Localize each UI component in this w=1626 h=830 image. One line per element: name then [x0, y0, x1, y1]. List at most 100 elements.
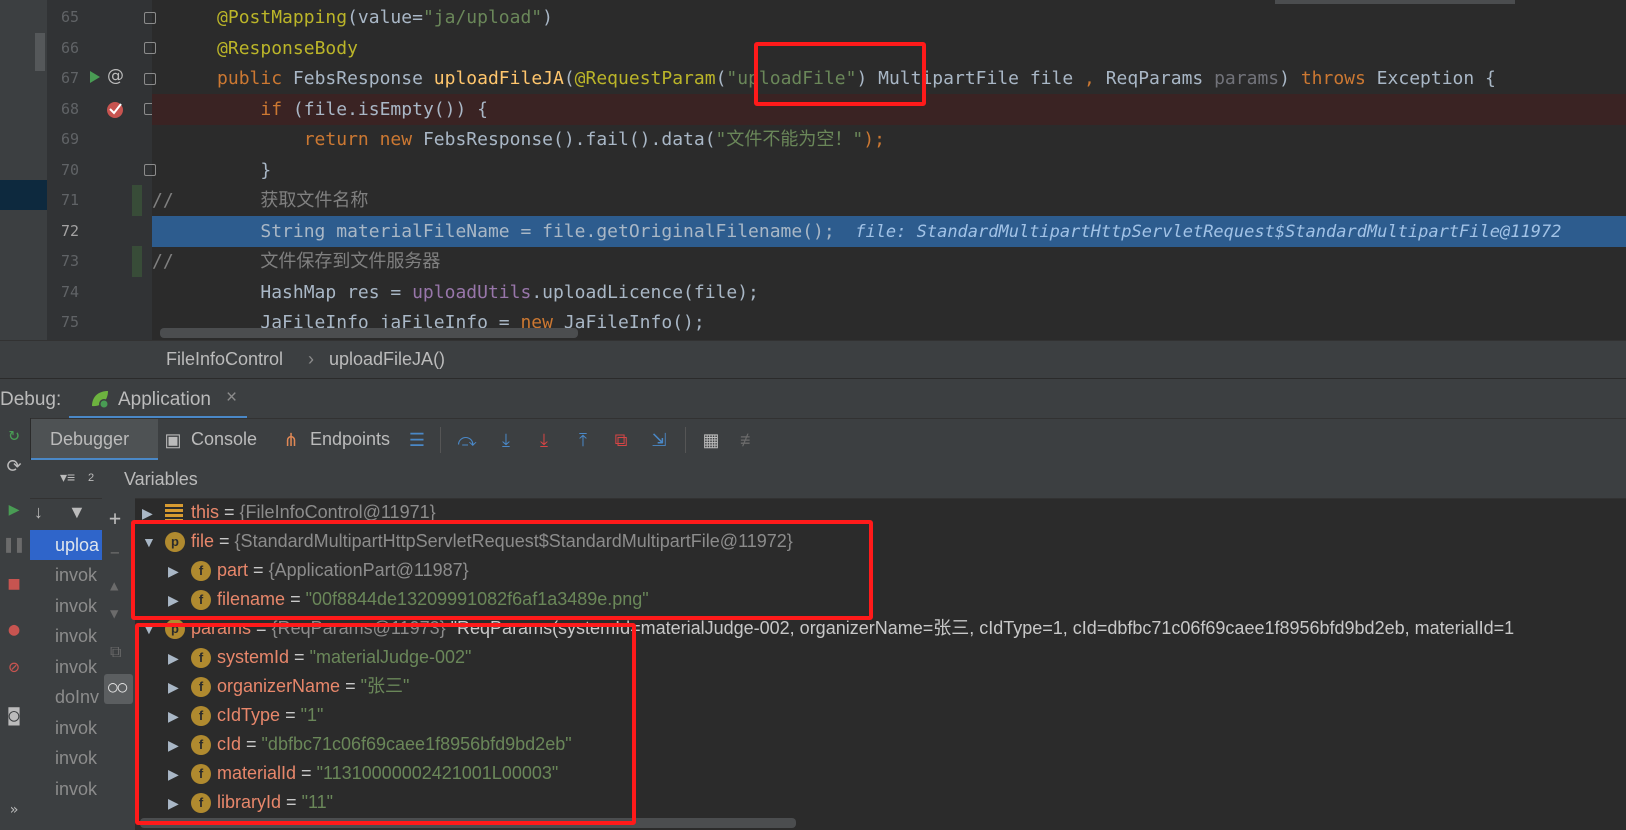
run-to-cursor-icon[interactable]: ⇲	[648, 429, 670, 451]
frames-list-icon[interactable]: ▾≡	[60, 469, 75, 486]
change-marker	[132, 246, 142, 277]
toolbar-divider	[685, 427, 686, 453]
line-number: 72	[60, 222, 79, 240]
console-icon: ▣	[164, 430, 182, 450]
breadcrumb-method[interactable]: uploadFileJA()	[329, 349, 445, 370]
tab-application[interactable]: Application ×	[69, 379, 247, 419]
frame-item[interactable]: invok	[55, 774, 97, 804]
code-line[interactable]: HashMap res = uploadUtils.uploadLicence(…	[152, 277, 1626, 308]
rerun-icon[interactable]: ↻	[2, 423, 26, 447]
mute-breakpoints-icon[interactable]: ⊘	[2, 656, 26, 680]
frame-item[interactable]: invok	[55, 652, 97, 682]
annotation: @ResponseBody	[217, 38, 358, 59]
debug-side-toolbar: ↻ ⟳ ▶ ❚❚ ■ ● ⊘ ◙ »	[0, 418, 31, 830]
pause-icon[interactable]: ❚❚	[2, 533, 26, 557]
highlight-box	[135, 623, 636, 825]
code-line[interactable]: @PostMapping(value="ja/upload")	[152, 2, 1626, 33]
evaluate-expression-icon[interactable]: ▦	[700, 429, 722, 451]
project-tool-strip	[0, 0, 47, 340]
close-tab-icon[interactable]: ×	[226, 387, 237, 409]
frames-count: 2	[88, 472, 95, 484]
code-line-current[interactable]: String materialFileName = file.getOrigin…	[152, 216, 1626, 247]
frame-item[interactable]: invok	[55, 621, 97, 651]
change-marker	[132, 185, 142, 216]
frames-toolbar: ↓ ▼	[30, 498, 102, 530]
code-line[interactable]: // 获取文件名称	[152, 185, 1626, 216]
resume-icon[interactable]: ▶	[2, 498, 26, 522]
code-text: Exception {	[1365, 68, 1496, 89]
add-watch-icon[interactable]: +	[109, 506, 121, 530]
view-breakpoints-icon[interactable]: ●	[2, 618, 26, 642]
trace-icon[interactable]: ≢	[738, 429, 760, 451]
step-into-icon[interactable]: ⤓	[533, 429, 555, 451]
inline-debug-value: file: StandardMultipartHttpServletReques…	[834, 222, 1562, 242]
breadcrumb: FileInfoControl › uploadFileJA()	[0, 340, 1626, 379]
tab-endpoints[interactable]: Endpoints	[310, 429, 390, 450]
code-editor[interactable]: 65 66 67 68 69 70 71 72 73 74 75 @ @Post…	[0, 0, 1626, 340]
tab-debugger-label: Debugger	[50, 429, 130, 449]
stop-icon[interactable]: ■	[2, 572, 26, 596]
breakpoint-icon[interactable]	[105, 99, 125, 119]
at-annotation-icon[interactable]: @	[107, 66, 124, 86]
frame-item[interactable]: invok	[55, 560, 97, 590]
line-number: 73	[60, 252, 79, 270]
variables-title: Variables	[124, 469, 198, 489]
code-line[interactable]: }	[152, 155, 1626, 186]
code-text: );	[863, 129, 885, 150]
move-down-icon[interactable]: ▼	[110, 606, 118, 622]
frame-item[interactable]: invok	[55, 713, 97, 743]
filter-icon[interactable]: ▼	[68, 502, 86, 523]
run-method-icon[interactable]	[89, 70, 101, 84]
down-arrow-icon[interactable]: ↓	[34, 502, 43, 523]
code-line[interactable]: return new FebsResponse().fail().data("文…	[152, 124, 1626, 155]
code-text: (	[563, 68, 575, 89]
debug-tool-window-title: Debug: Application ×	[0, 378, 1626, 419]
frame-item[interactable]: uploa	[30, 530, 102, 560]
tab-application-label: Application	[118, 389, 211, 410]
keyword: throws	[1300, 68, 1366, 89]
step-over-icon[interactable]: ⤓	[495, 429, 517, 451]
string-literal: "文件不能为空！"	[715, 129, 864, 150]
code-line[interactable]: // 文件保存到文件服务器	[152, 246, 1626, 277]
keyword: if	[260, 99, 283, 120]
line-number: 69	[60, 130, 79, 148]
move-up-icon[interactable]: ▲	[110, 578, 118, 594]
frames-header: ▾≡ 2	[30, 460, 102, 499]
frame-item[interactable]: invok	[55, 591, 97, 621]
line-number: 75	[60, 313, 79, 331]
code-text: (value=	[347, 7, 423, 28]
code-text: String materialFileName = file.getOrigin…	[260, 221, 835, 242]
variable-value: {FileInfoControl@11971}	[239, 502, 436, 522]
remove-watch-icon[interactable]: −	[110, 543, 120, 562]
line-number: 70	[60, 161, 79, 179]
editor-hscrollbar[interactable]	[160, 328, 578, 338]
breadcrumb-class[interactable]: FileInfoControl	[166, 349, 283, 370]
line-number: 65	[60, 8, 79, 26]
step-out-icon[interactable]: ⤒	[572, 429, 594, 451]
more-icon[interactable]: »	[2, 798, 26, 822]
editor-gutter[interactable]: 65 66 67 68 69 70 71 72 73 74 75 @	[47, 0, 156, 340]
spring-leaf-icon	[92, 391, 109, 409]
refresh-icon[interactable]: ⟳	[2, 455, 26, 479]
drop-frame-icon[interactable]: ⧉	[610, 429, 632, 451]
layout-icon[interactable]: ☰	[406, 429, 428, 451]
tab-console[interactable]: Console	[191, 429, 257, 450]
project-selection	[0, 180, 47, 210]
annotation: @RequestParam	[574, 68, 716, 89]
frame-item[interactable]: doInv	[55, 682, 99, 712]
frames-panel[interactable]: ▾≡ 2 ↓ ▼ uploa invok invok invok invok d…	[30, 460, 103, 830]
copy-icon[interactable]: ⧉	[110, 642, 121, 662]
code-text: FebsResponse	[282, 68, 434, 89]
camera-icon[interactable]: ◙	[2, 704, 26, 728]
editor-top-scroll	[1275, 0, 1515, 4]
code-text: ReqParams	[1094, 68, 1215, 89]
code-text: FebsResponse().fail().data(	[412, 129, 716, 150]
keyword: new	[368, 129, 413, 150]
glasses-icon: ○○	[108, 677, 128, 696]
breadcrumb-separator: ›	[308, 349, 314, 369]
tab-debugger[interactable]: Debugger	[30, 419, 158, 461]
show-execution-point-icon[interactable]: ⤼	[456, 429, 478, 451]
glasses-toggle[interactable]: ○○	[104, 674, 133, 704]
keyword: return	[303, 129, 369, 150]
frame-item[interactable]: invok	[55, 743, 97, 773]
